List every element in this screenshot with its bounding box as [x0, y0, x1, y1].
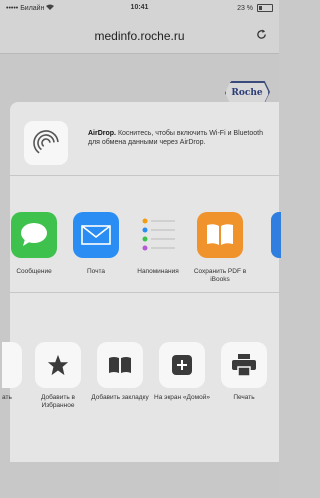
action-add-favorites[interactable]: Добавить в Избранное [28, 342, 88, 410]
reminders-icon[interactable] [135, 212, 181, 258]
action-print[interactable]: Печать [214, 342, 274, 402]
share-app-messages[interactable]: Сообщение [4, 212, 64, 276]
roche-logo[interactable]: Roche [225, 82, 269, 104]
printer-icon[interactable] [221, 342, 267, 388]
action-label: Добавить закладку [91, 394, 149, 401]
partial-action-icon[interactable] [2, 342, 22, 388]
book-icon[interactable] [97, 342, 143, 388]
add-home-icon[interactable] [159, 342, 205, 388]
airdrop-section[interactable]: AirDrop. Коснитесь, чтобы включить Wi-Fi… [10, 102, 279, 176]
battery-percent: 23 % [237, 4, 254, 12]
share-app-reminders[interactable]: Напоминания [128, 212, 188, 276]
share-actions-row: ать Добавить в Избранное Добавить заклад… [2, 342, 279, 462]
airdrop-message: AirDrop. Коснитесь, чтобы включить Wi-Fi… [88, 130, 263, 146]
address-bar[interactable]: medinfo.roche.ru [0, 17, 279, 54]
action-label: На экран «Домой» [154, 394, 210, 401]
share-app-label: Сообщение [16, 268, 52, 275]
action-label: Добавить в Избранное [41, 394, 75, 409]
share-app-label: Сохранить PDF в iBooks [193, 268, 247, 283]
share-app-more[interactable] [271, 212, 281, 258]
messages-icon[interactable] [11, 212, 57, 258]
airdrop-icon[interactable] [24, 121, 68, 165]
share-apps-row: Сообщение Почта Напоминания Сохранить PD… [10, 212, 281, 293]
share-app-label: Почта [86, 268, 106, 275]
url-text[interactable]: medinfo.roche.ru [0, 29, 279, 43]
reload-icon[interactable] [256, 28, 267, 43]
share-sheet: AirDrop. Коснитесь, чтобы включить Wi-Fi… [2, 102, 281, 462]
action-add-bookmark[interactable]: Добавить закладку [90, 342, 150, 402]
star-icon[interactable] [35, 342, 81, 388]
status-bar: ••••• Билайн 10:41 23 % [0, 0, 279, 17]
action-add-home-screen[interactable]: На экран «Домой» [152, 342, 212, 402]
share-app-ibooks[interactable]: Сохранить PDF в iBooks [190, 212, 250, 284]
ibooks-icon[interactable] [197, 212, 243, 258]
airdrop-title: AirDrop. [88, 130, 116, 137]
share-app-label: Напоминания [137, 268, 179, 275]
mail-icon[interactable] [73, 212, 119, 258]
battery-icon [257, 4, 273, 12]
share-app-mail[interactable]: Почта [66, 212, 126, 276]
action-label: Печать [233, 394, 255, 401]
